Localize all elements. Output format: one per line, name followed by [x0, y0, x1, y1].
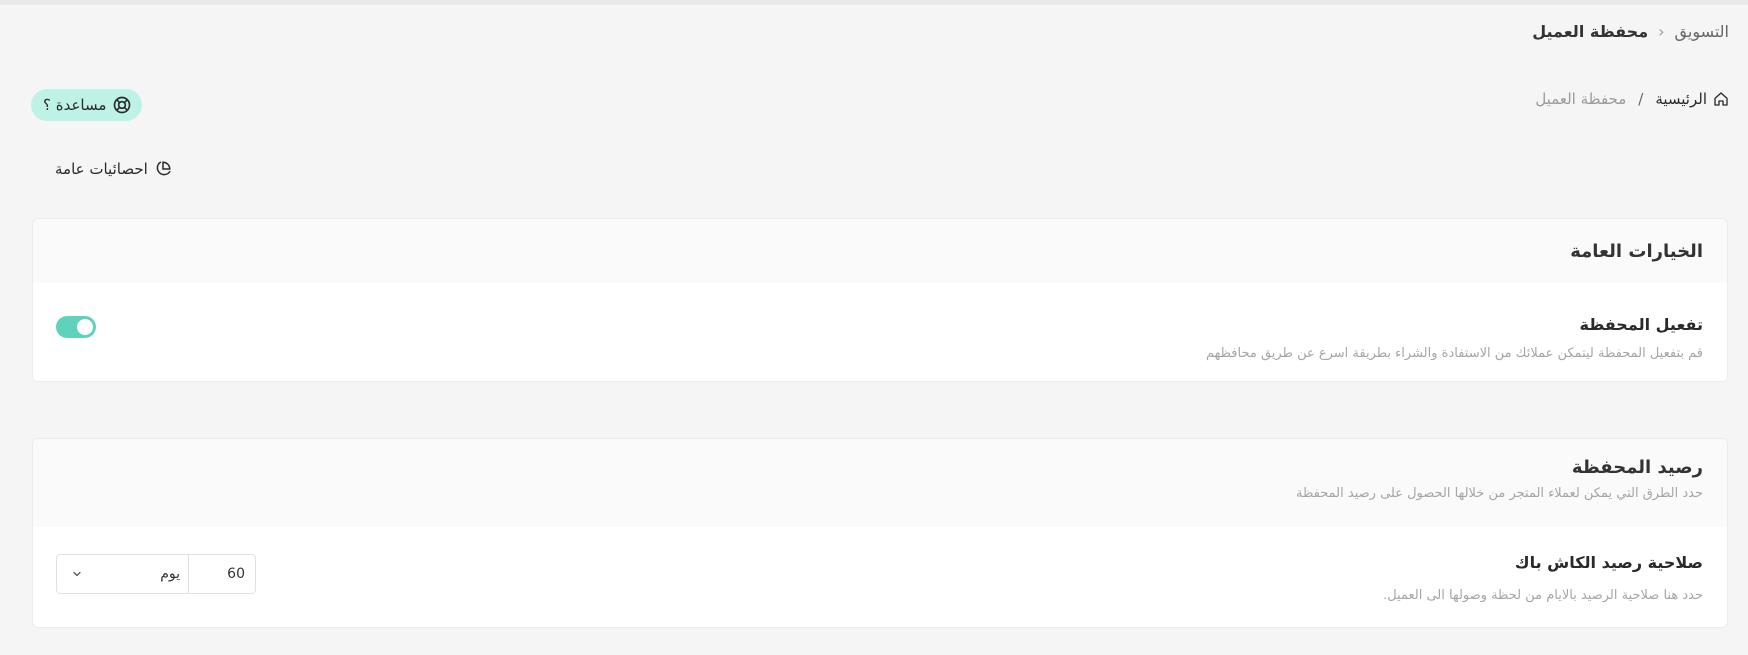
help-label: مساعدة ؟ — [43, 96, 107, 114]
wallet-toggle-switch[interactable] — [56, 316, 96, 338]
breadcrumb-separator: / — [1638, 90, 1644, 108]
wallet-balance-title: رصيد المحفظة — [1571, 457, 1703, 478]
wallet-toggle-description: قم بتفعيل المحفظة ليتمكن عملائك من الاست… — [1205, 346, 1703, 361]
cashback-validity-description: حدد هنا صلاحية الرصيد بالايام من لحظة وص… — [1383, 588, 1703, 603]
general-options-title: الخيارات العامة — [1570, 240, 1703, 262]
general-options-body: تفعيل المحفظة قم بتفعيل المحفظة ليتمكن ع… — [33, 283, 1727, 381]
chevron-left-icon: ‹ — [1658, 22, 1665, 41]
wallet-balance-header: رصيد المحفظة حدد الطرق التي يمكن لعملاء … — [33, 439, 1727, 527]
wallet-toggle-text: تفعيل المحفظة قم بتفعيل المحفظة ليتمكن ع… — [1206, 315, 1703, 361]
breadcrumb-current-page: محفظة العميل — [1535, 90, 1627, 108]
wallet-balance-description: حدد الطرق التي يمكن لعملاء المتجر من خلا… — [1296, 486, 1703, 501]
cashback-duration-group: يوم — [56, 554, 256, 594]
duration-unit-select[interactable]: يوم — [56, 554, 189, 594]
wallet-toggle-title: تفعيل المحفظة — [1579, 315, 1704, 334]
cashback-validity-title: صلاحية رصيد الكاش باك — [1514, 553, 1703, 572]
breadcrumb-current: محفظة العميل — [1532, 22, 1649, 41]
breadcrumb-home-label: الرئيسية — [1655, 90, 1707, 108]
help-button[interactable]: مساعدة ؟ — [31, 89, 143, 121]
wallet-balance-body: صلاحية رصيد الكاش باك حدد هنا صلاحية الر… — [33, 527, 1727, 627]
home-icon — [1714, 92, 1728, 106]
general-options-card: الخيارات العامة تفعيل المحفظة قم بتفعيل … — [32, 218, 1728, 382]
general-stats-link[interactable]: احصائيات عامة — [55, 160, 172, 178]
general-stats-label: احصائيات عامة — [55, 160, 148, 178]
top-border — [0, 0, 1748, 5]
chevron-down-icon — [73, 571, 81, 577]
lifebuoy-icon — [114, 96, 131, 114]
page-breadcrumb: الرئيسية / محفظة العميل — [1535, 90, 1729, 108]
duration-days-input[interactable] — [189, 554, 256, 594]
breadcrumb: التسويق ‹ محفظة العميل — [1532, 22, 1729, 41]
wallet-balance-card: رصيد المحفظة حدد الطرق التي يمكن لعملاء … — [32, 438, 1728, 628]
toggle-knob — [77, 319, 93, 335]
general-options-header: الخيارات العامة — [33, 219, 1727, 283]
cashback-validity-text: صلاحية رصيد الكاش باك حدد هنا صلاحية الر… — [1383, 553, 1703, 603]
breadcrumb-section[interactable]: التسويق — [1675, 22, 1729, 41]
pie-chart-icon — [156, 161, 171, 176]
breadcrumb-home[interactable]: الرئيسية — [1655, 90, 1729, 108]
duration-unit-value: يوم — [160, 566, 180, 582]
